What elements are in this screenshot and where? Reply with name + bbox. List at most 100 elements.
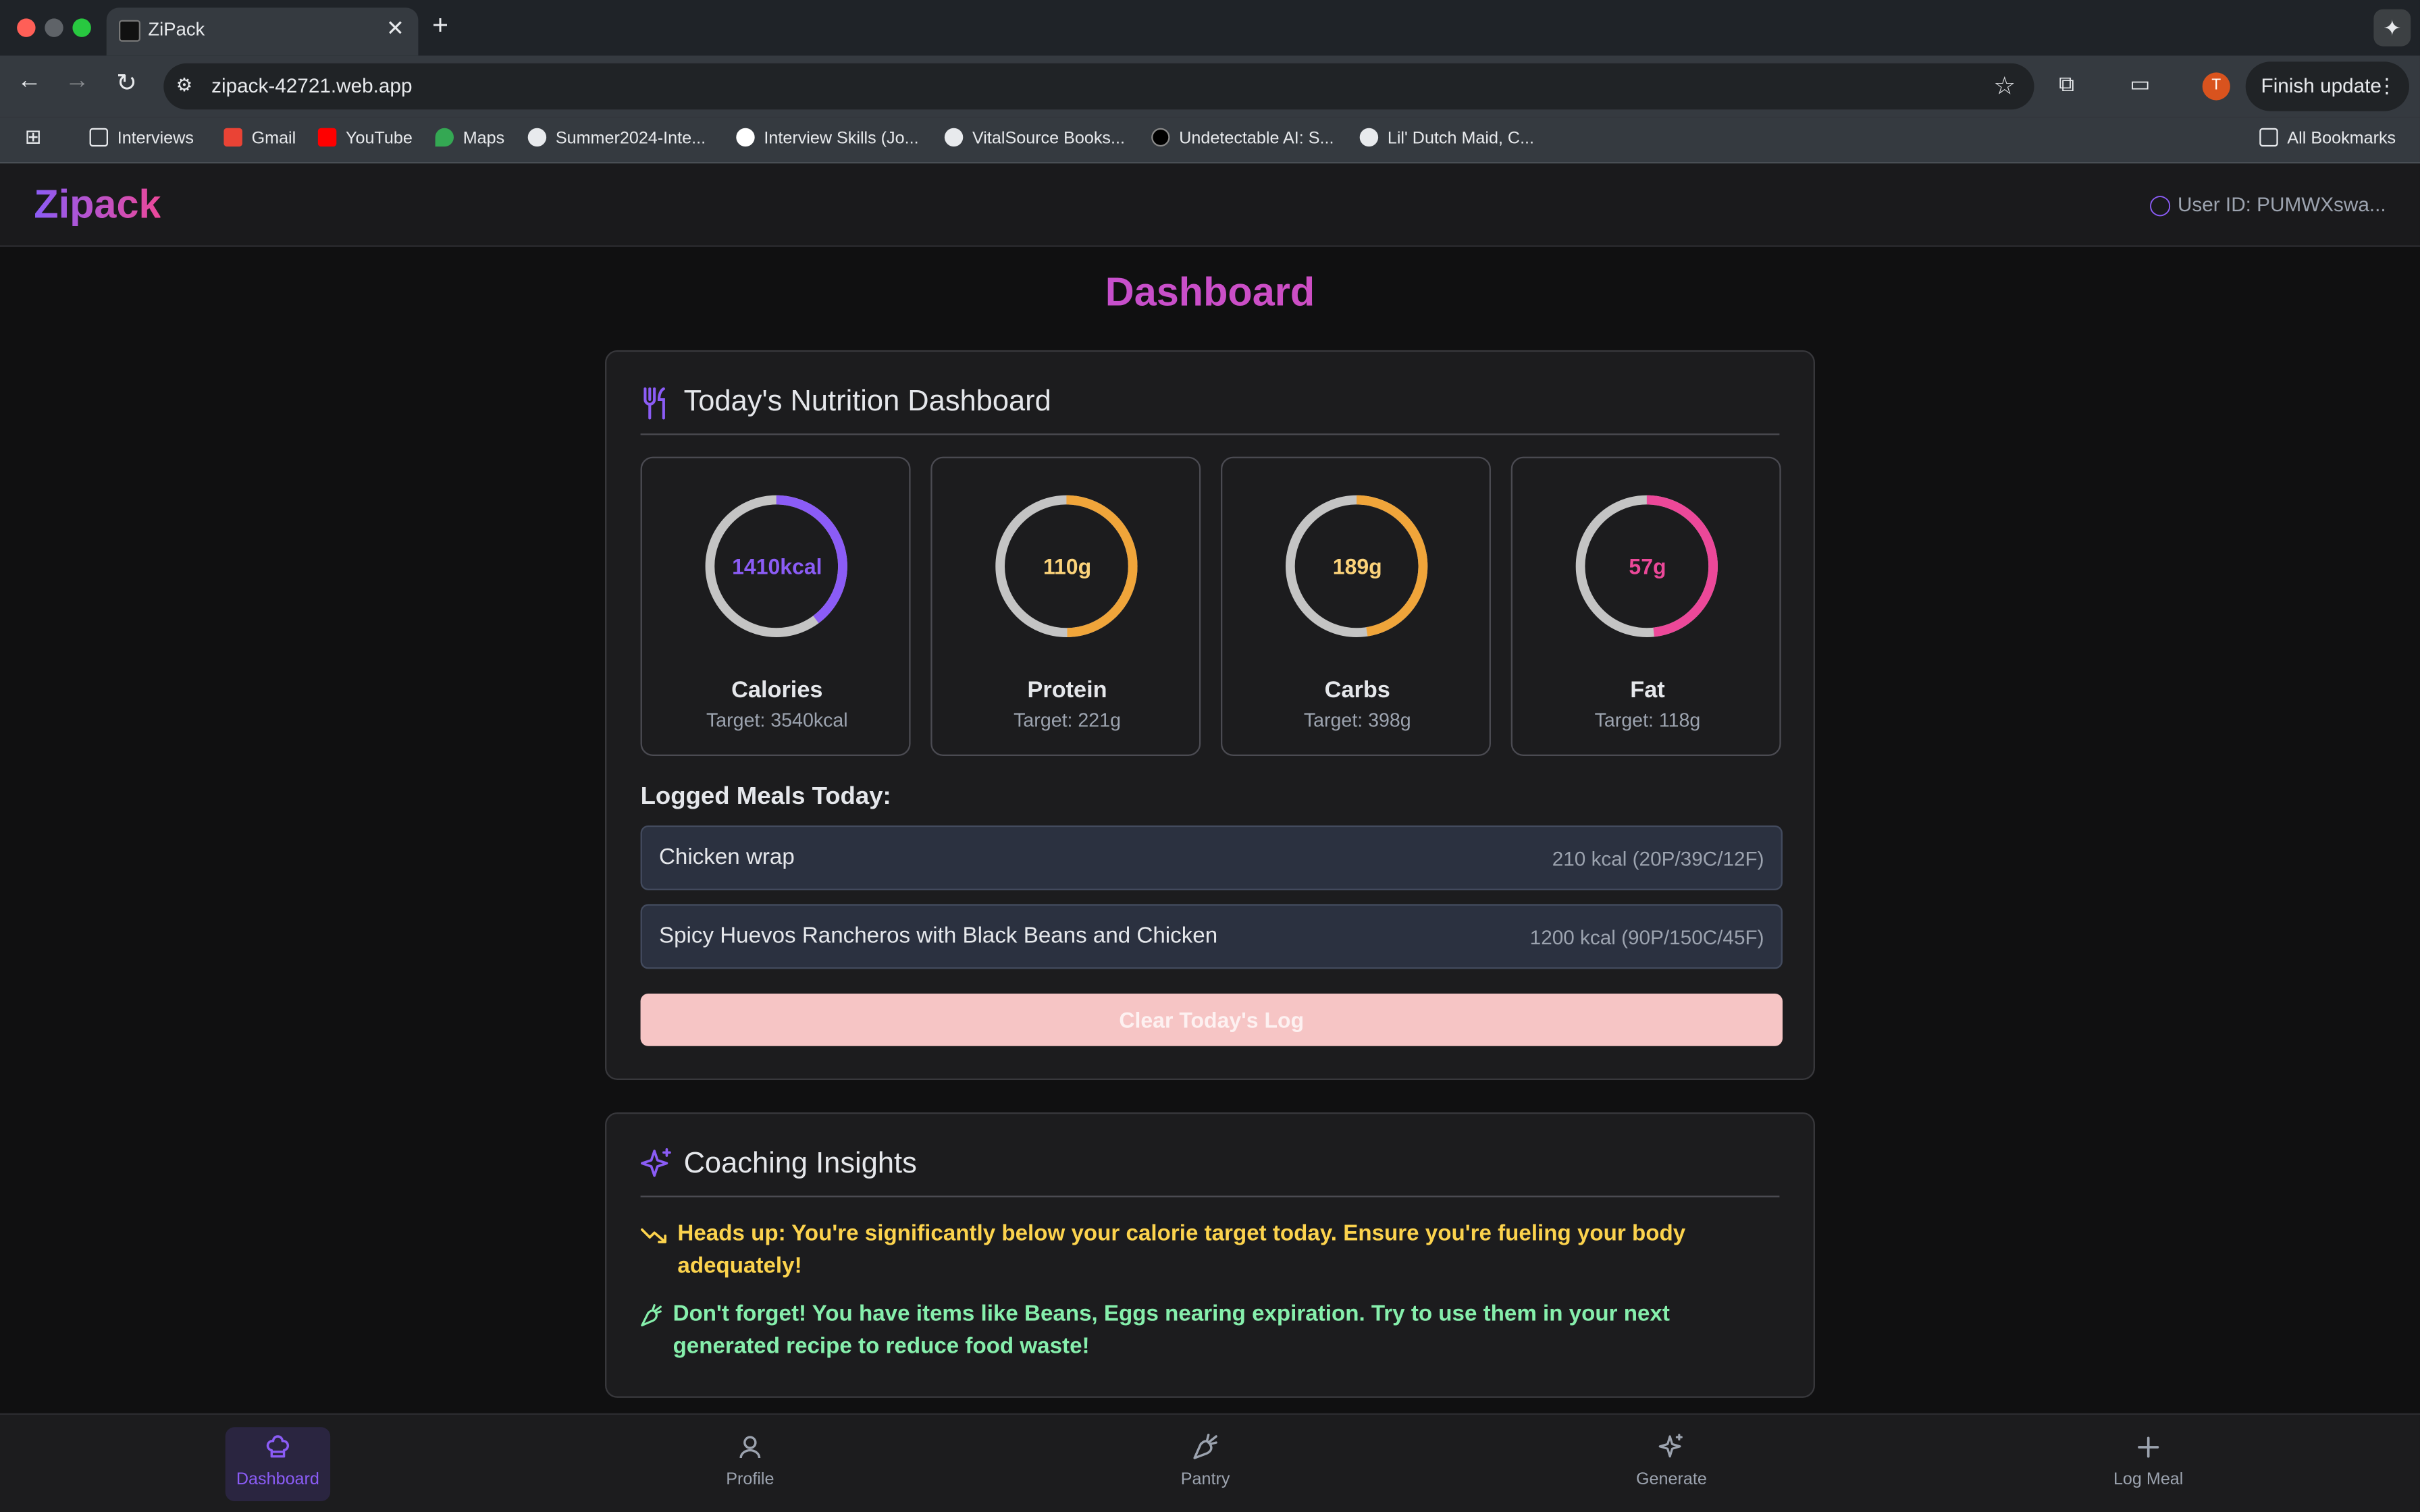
bottom-nav: Dashboard Profile Pantry Generate Log Me…	[0, 1413, 2420, 1512]
meal-name: Spicy Huevos Rancheros with Black Beans …	[658, 924, 1218, 949]
bookmark-label: VitalSource Books...	[972, 129, 1125, 148]
macro-target: Target: 398g	[1303, 709, 1411, 732]
insight-text: Heads up: You're significantly below you…	[677, 1222, 1686, 1279]
browser-toolbar: ← → ↻ ⚙ zipack-42721.web.app ☆ ⧉ ▭ T Fin…	[0, 55, 2420, 117]
macro-card-calories: 1410kcal Calories Target: 3540kcal	[640, 456, 911, 756]
insight-tip: Don't forget! You have items like Beans,…	[641, 1299, 1783, 1364]
bookmark-label: Gmail	[251, 129, 296, 148]
globe-icon	[944, 128, 964, 147]
divider	[640, 1195, 1780, 1197]
nav-label: Pantry	[1180, 1470, 1230, 1489]
bookmark-label: Interviews	[117, 129, 194, 148]
utensils-icon	[641, 385, 672, 429]
nav-label: Generate	[1635, 1470, 1707, 1489]
divider	[640, 433, 1780, 435]
gemini-icon[interactable]: ✦	[2373, 9, 2411, 47]
tab-close-icon[interactable]: ✕	[386, 16, 404, 42]
coaching-title: Coaching Insights	[683, 1148, 917, 1181]
macro-value: 110g	[1043, 554, 1092, 579]
all-bookmarks[interactable]: All Bookmarks	[2259, 128, 2396, 148]
carrot-icon	[1153, 1433, 1257, 1470]
back-icon[interactable]: ←	[14, 68, 45, 96]
browser-tabstrip: ZiPack ✕ + ✦	[0, 0, 2420, 56]
bookmark-label: Maps	[463, 129, 505, 148]
more-menu-icon[interactable]: ⋮	[2377, 61, 2397, 111]
nav-label: Profile	[726, 1470, 774, 1489]
maximize-window-button[interactable]	[72, 18, 91, 37]
bookmark-label: Undetectable AI: S...	[1179, 129, 1334, 148]
sparkles-icon	[1619, 1433, 1724, 1470]
coaching-card: Coaching Insights Heads up: You're signi…	[604, 1112, 1815, 1398]
reload-icon[interactable]: ↻	[111, 68, 142, 99]
all-bookmarks-label: All Bookmarks	[2287, 129, 2396, 148]
macro-value: 189g	[1332, 554, 1382, 579]
app-logo[interactable]: Zipack	[34, 180, 161, 228]
apps-grid-icon[interactable]: ⊞	[25, 125, 42, 150]
cast-icon[interactable]: ▭	[2130, 71, 2150, 97]
user-id-text: User ID: PUMWXswa...	[2177, 192, 2386, 216]
tab-favicon-icon	[118, 20, 140, 42]
insight-text: Don't forget! You have items like Beans,…	[673, 1302, 1670, 1359]
macro-card-fat: 57g Fat Target: 118g	[1510, 456, 1781, 756]
extensions-icon[interactable]: ⧉	[2059, 71, 2074, 97]
nav-dashboard[interactable]: Dashboard	[225, 1427, 331, 1501]
macro-value: 1410kcal	[732, 554, 822, 579]
folder-icon	[2259, 128, 2278, 147]
site-icon	[736, 128, 755, 147]
nav-pantry[interactable]: Pantry	[1153, 1427, 1257, 1501]
macro-target: Target: 118g	[1594, 709, 1701, 732]
new-tab-button[interactable]: +	[432, 9, 448, 42]
macro-card-protein: 110g Protein Target: 221g	[930, 456, 1201, 756]
macro-name: Carbs	[1324, 677, 1390, 704]
meal-nutrition: 1200 kcal (90P/150C/45F)	[1529, 925, 1764, 949]
bookmark-item[interactable]: Summer2024-Inte...	[527, 128, 706, 148]
site-settings-icon[interactable]: ⚙	[176, 74, 193, 96]
profile-avatar[interactable]: T	[2202, 72, 2230, 101]
nav-profile[interactable]: Profile	[698, 1427, 802, 1501]
bookmark-item[interactable]: Interview Skills (Jo...	[736, 128, 919, 148]
url-text[interactable]: zipack-42721.web.app	[211, 74, 412, 97]
bookmark-label: Interview Skills (Jo...	[764, 129, 919, 148]
finish-update-label: Finish update	[2261, 74, 2382, 97]
carrot-icon	[639, 1303, 664, 1337]
folder-icon	[89, 128, 108, 147]
user-icon	[698, 1433, 802, 1470]
sparkles-icon	[641, 1148, 675, 1191]
bookmark-item[interactable]: VitalSource Books...	[944, 128, 1125, 148]
clear-log-button[interactable]: Clear Today's Log	[640, 993, 1783, 1046]
macro-target: Target: 3540kcal	[706, 709, 848, 732]
user-id: ◯ User ID: PUMWXswa...	[2149, 193, 2386, 218]
nutrition-card: Today's Nutrition Dashboard 1410kcal Cal…	[604, 350, 1815, 1080]
nav-generate[interactable]: Generate	[1619, 1427, 1724, 1501]
bookmarks-bar: ⊞ Interviews Gmail YouTube Maps Summer20…	[0, 117, 2420, 164]
bookmark-item[interactable]: Gmail	[223, 128, 296, 148]
plus-icon	[2096, 1433, 2201, 1470]
app-header: Zipack ◯ User ID: PUMWXswa...	[0, 163, 2420, 247]
list-item[interactable]: Spicy Huevos Rancheros with Black Beans …	[640, 904, 1783, 969]
minimize-window-button[interactable]	[45, 18, 63, 37]
logged-meals-label: Logged Meals Today:	[640, 784, 891, 810]
bookmark-item[interactable]: Lil' Dutch Maid, C...	[1359, 128, 1534, 148]
address-bar[interactable]: ⚙ zipack-42721.web.app ☆	[163, 63, 2034, 110]
macro-card-carbs: 189g Carbs Target: 398g	[1220, 456, 1491, 756]
bookmark-item[interactable]: YouTube	[317, 128, 413, 148]
nav-log-meal[interactable]: Log Meal	[2096, 1427, 2201, 1501]
browser-tab[interactable]: ZiPack ✕	[106, 7, 419, 56]
bookmark-item[interactable]: Maps	[435, 128, 505, 148]
macro-value: 57g	[1629, 554, 1666, 579]
bookmark-item[interactable]: Undetectable AI: S...	[1151, 128, 1334, 148]
nutrition-title: Today's Nutrition Dashboard	[683, 385, 1051, 418]
meal-nutrition: 210 kcal (20P/39C/12F)	[1552, 846, 1764, 871]
bookmark-label: Summer2024-Inte...	[555, 129, 706, 148]
maps-icon	[435, 128, 454, 147]
site-icon	[1151, 128, 1170, 147]
tab-title: ZiPack	[148, 18, 205, 40]
globe-icon	[1359, 128, 1379, 147]
list-item[interactable]: Chicken wrap 210 kcal (20P/39C/12F)	[640, 825, 1783, 890]
close-window-button[interactable]	[17, 18, 36, 37]
bookmark-item[interactable]: Interviews	[89, 128, 194, 148]
insight-warning: Heads up: You're significantly below you…	[641, 1219, 1783, 1284]
forward-icon[interactable]: →	[61, 68, 93, 96]
bookmark-star-icon[interactable]: ☆	[1993, 71, 2016, 102]
finish-update-button[interactable]: Finish update ⋮	[2245, 61, 2409, 111]
